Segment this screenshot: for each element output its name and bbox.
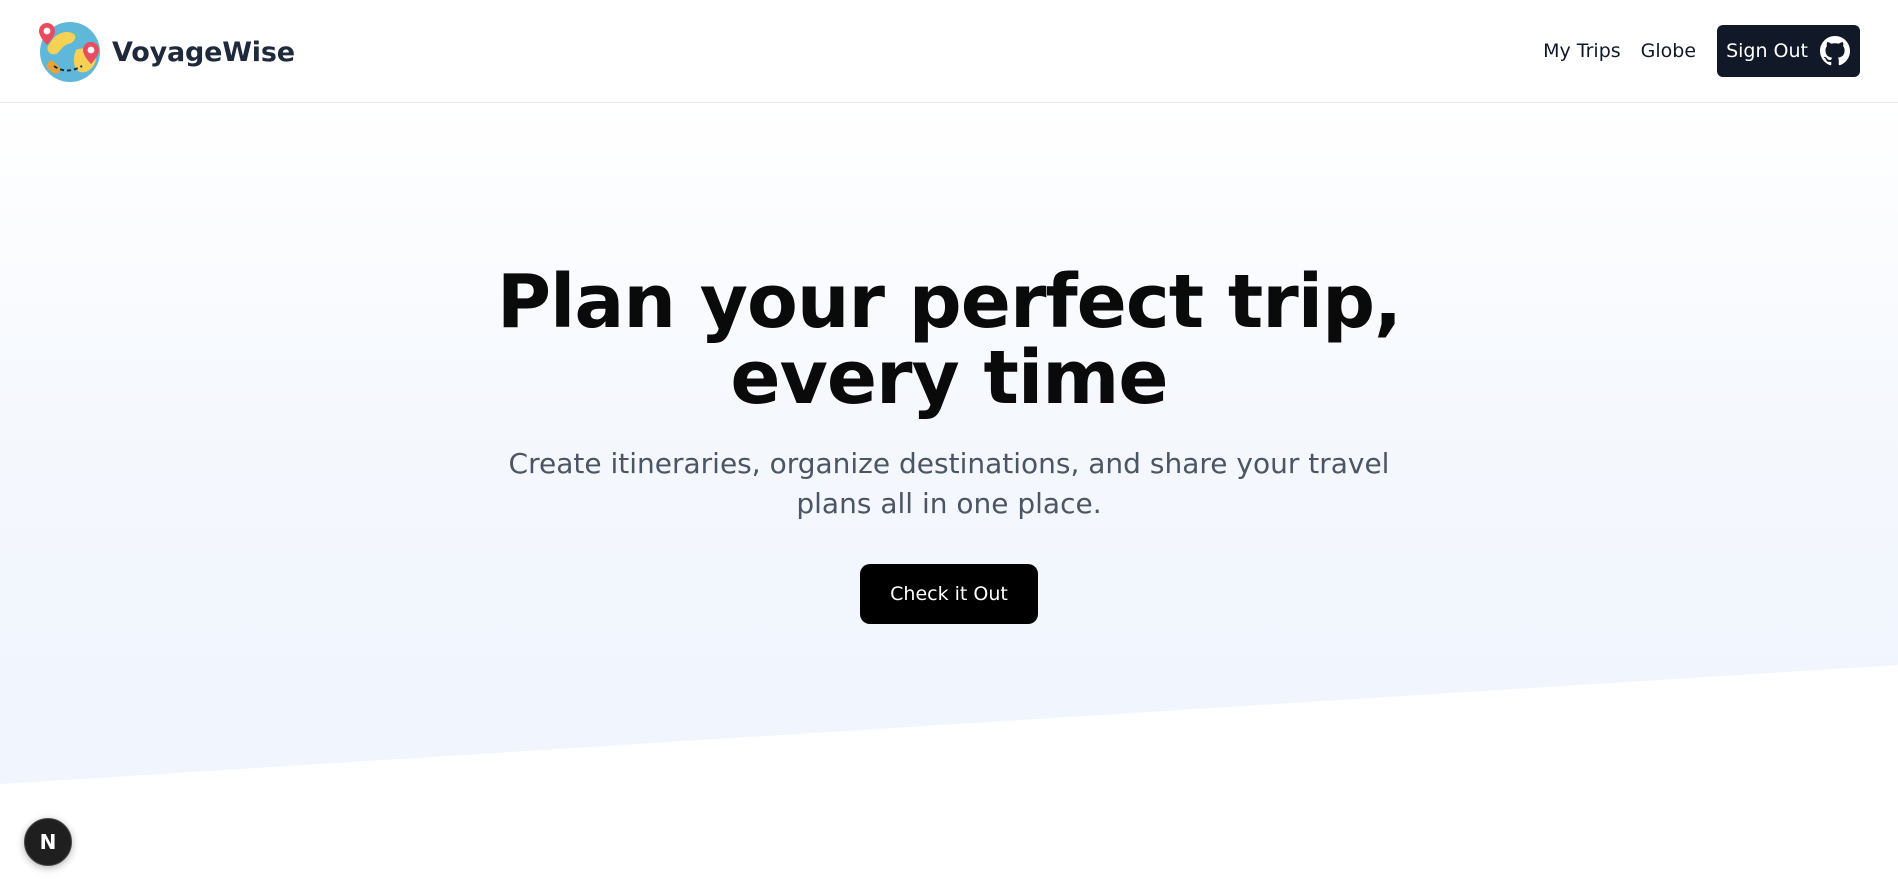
check-it-out-button[interactable]: Check it Out	[860, 564, 1038, 624]
hero-headline-line-2: every time	[730, 335, 1168, 421]
globe-with-map-pins-icon	[39, 22, 100, 82]
nextjs-dev-badge[interactable]: N	[24, 818, 72, 866]
nav-link-globe[interactable]: Globe	[1641, 40, 1696, 62]
top-navbar: VoyageWise My Trips Globe Sign Out	[0, 0, 1898, 103]
brand-home-link[interactable]: VoyageWise	[38, 20, 295, 84]
sign-out-label: Sign Out	[1726, 40, 1808, 62]
brand-name: VoyageWise	[112, 36, 295, 68]
nav-link-my-trips[interactable]: My Trips	[1543, 40, 1621, 62]
sign-out-button[interactable]: Sign Out	[1717, 25, 1860, 77]
hero-section: Plan your perfect trip, every time Creat…	[0, 103, 1898, 624]
hero-headline-line-1: Plan your perfect trip,	[496, 259, 1402, 345]
nav-links: My Trips Globe Sign Out	[1543, 25, 1860, 77]
hero-headline: Plan your perfect trip, every time	[0, 264, 1898, 416]
hero-subheading: Create itineraries, organize destination…	[508, 447, 1390, 520]
github-icon	[1820, 36, 1850, 66]
nextjs-icon: N	[39, 830, 57, 854]
